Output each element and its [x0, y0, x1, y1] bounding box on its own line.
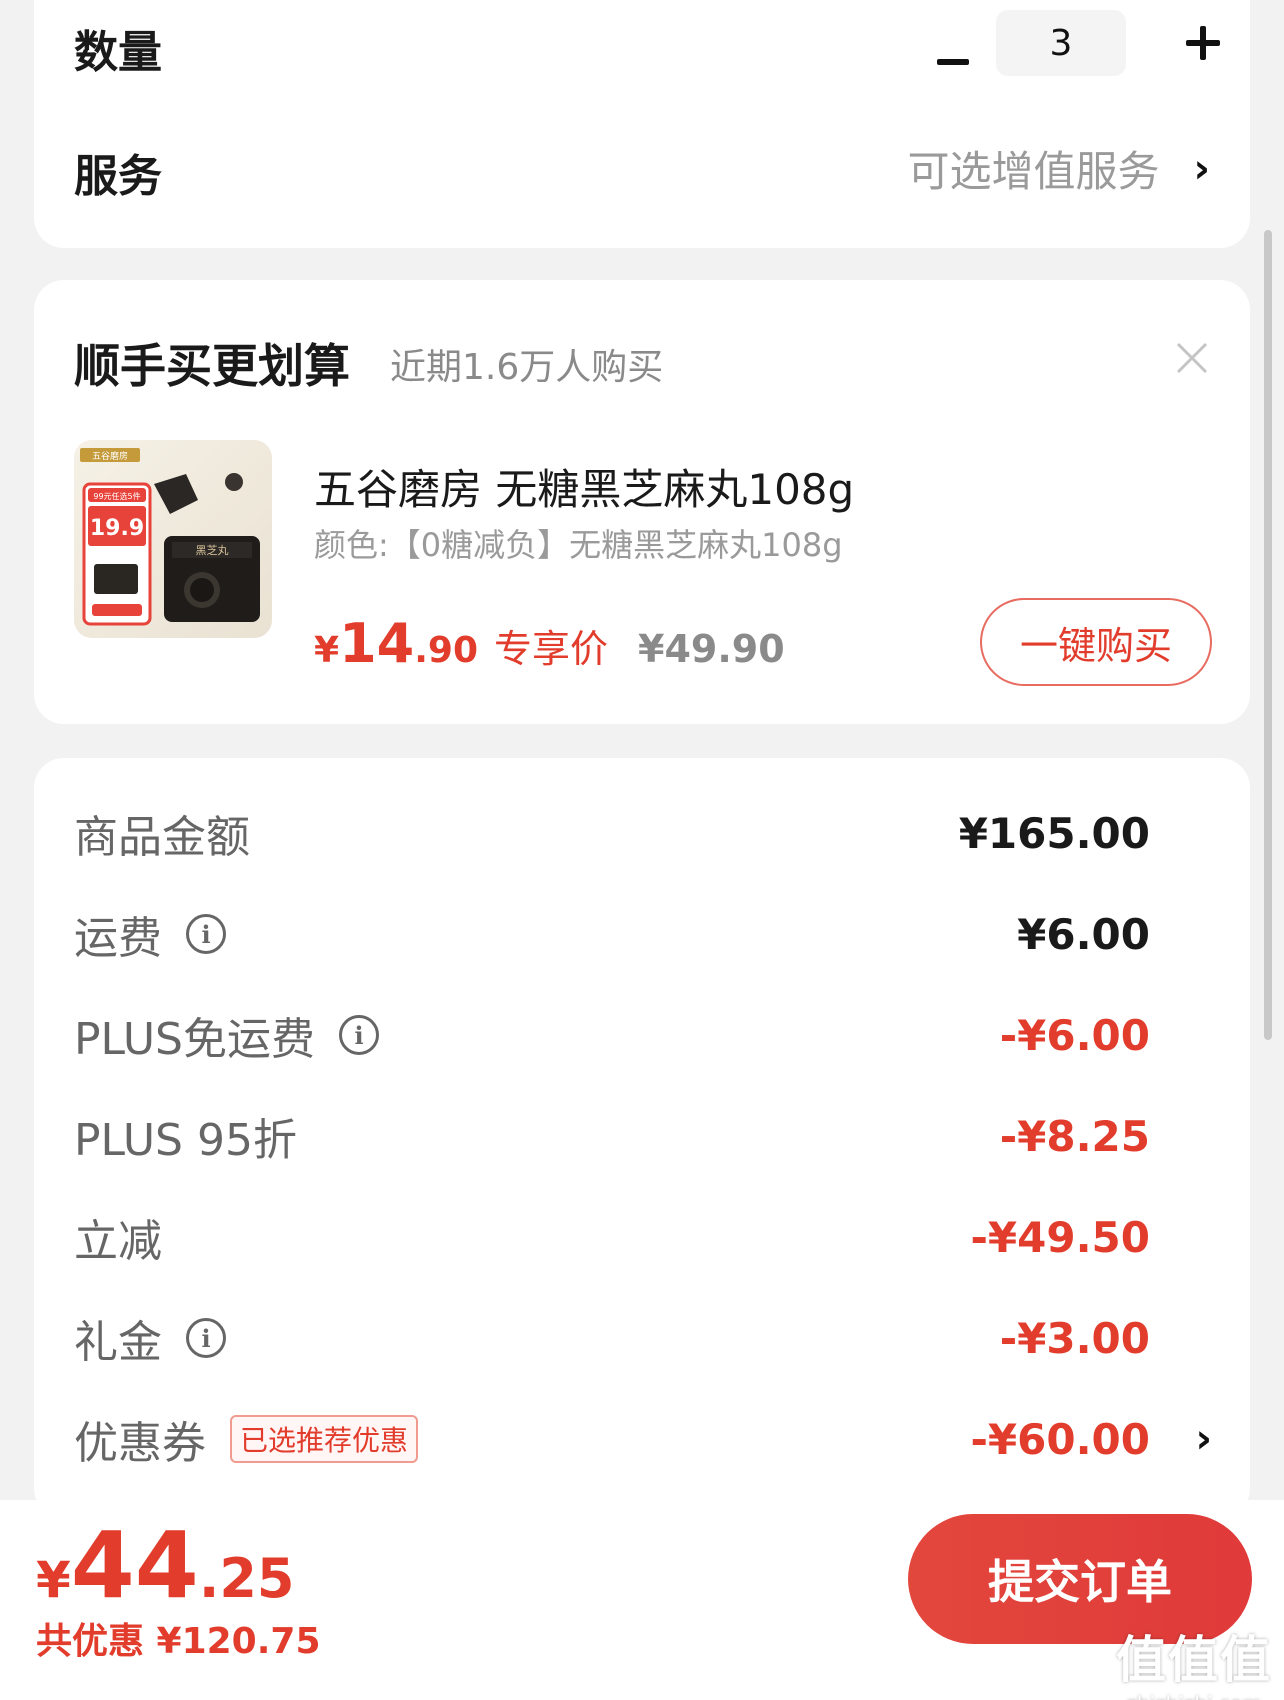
total-currency: ¥ [36, 1551, 71, 1609]
total-decimal: .25 [198, 1547, 295, 1610]
service-label: 服务 [74, 151, 162, 202]
product-thumbnail[interactable]: 五谷磨房 99元任选5件 19.9 黑芝丸 [74, 440, 272, 638]
recommend-title: 顺手买更划算 [74, 339, 350, 393]
quantity-value[interactable]: 3 [996, 10, 1126, 76]
summary-value: -¥60.00 [970, 1414, 1150, 1464]
summary-label: 商品金额 [74, 812, 250, 863]
quantity-decrease-button[interactable] [920, 32, 986, 92]
total-saved: 共优惠 ¥120.75 [36, 1621, 321, 1662]
info-icon[interactable]: i [339, 1015, 379, 1055]
summary-row-goods: 商品金额 ¥165.00 [74, 798, 1150, 868]
price-tag: 专享价 [494, 627, 609, 671]
service-selector[interactable]: 可选增值服务 › [908, 138, 1211, 199]
thumb-promo: 99元任选5件 [93, 491, 140, 501]
watermark: 值值值 zhizhizhi.com [1116, 1620, 1272, 1700]
summary-label: 优惠券 [74, 1418, 206, 1469]
summary-label: 运费 [74, 913, 162, 964]
summary-row-plus-free-shipping: PLUS免运费 i -¥6.00 [74, 1000, 1150, 1070]
price-decimal: .90 [414, 630, 478, 671]
summary-row-coupon[interactable]: 优惠券 已选推荐优惠 -¥60.00 [74, 1404, 1150, 1474]
quantity-increase-button[interactable] [1170, 10, 1236, 76]
summary-row-gift: 礼金 i -¥3.00 [74, 1303, 1150, 1373]
price-currency: ¥ [314, 630, 340, 671]
chevron-right-icon[interactable]: › [1196, 1404, 1212, 1474]
recommend-product-name[interactable]: 五谷磨房 无糖黑芝麻丸108g [314, 456, 854, 517]
recommend-price: ¥ 14 .90 专享价 ¥49.90 [314, 612, 785, 675]
checkout-bar: ¥ 44 .25 共优惠 ¥120.75 提交订单 值值值 zhizhizhi.… [0, 1500, 1284, 1700]
summary-label: 立减 [74, 1216, 162, 1267]
summary-row-shipping: 运费 i ¥6.00 [74, 899, 1150, 969]
chevron-right-icon: › [1193, 145, 1210, 192]
order-options-card: 数量 3 服务 可选增值服务 › [34, 0, 1250, 248]
minus-icon [937, 59, 969, 65]
close-icon[interactable] [1172, 338, 1212, 378]
summary-label: 礼金 [74, 1317, 162, 1368]
summary-row-instant-discount: 立减 -¥49.50 [74, 1202, 1150, 1272]
quantity-label: 数量 [74, 27, 162, 78]
price-summary-card: 商品金额 ¥165.00 运费 i ¥6.00 PLUS免运费 i -¥6.00… [34, 758, 1250, 1518]
info-icon[interactable]: i [186, 914, 226, 954]
service-value: 可选增值服务 [907, 147, 1160, 196]
thumb-box-label: 黑芝丸 [196, 544, 229, 557]
plus-icon [1186, 26, 1220, 60]
one-click-buy-button[interactable]: 一键购买 [980, 598, 1212, 686]
summary-row-plus-discount: PLUS 95折 -¥8.25 [74, 1101, 1150, 1171]
watermark-sub: zhizhizhi.com [1116, 1692, 1272, 1700]
summary-value: -¥3.00 [999, 1313, 1150, 1363]
summary-value: ¥165.00 [958, 808, 1150, 858]
summary-value: -¥6.00 [999, 1010, 1150, 1060]
recommend-subtitle: 近期1.6万人购买 [390, 347, 664, 388]
summary-label: PLUS 95折 [74, 1115, 297, 1166]
original-price: ¥49.90 [638, 627, 785, 671]
info-icon[interactable]: i [186, 1318, 226, 1358]
watermark-main: 值值值 [1116, 1631, 1272, 1689]
thumb-price: 19.9 [90, 516, 144, 541]
recommend-card: 顺手买更划算 近期1.6万人购买 五谷磨房 99元任选5件 19.9 黑芝丸 五… [34, 280, 1250, 724]
price-integer: 14 [339, 612, 415, 675]
total-integer: 44 [70, 1512, 199, 1619]
coupon-badge: 已选推荐优惠 [230, 1415, 419, 1463]
summary-label: PLUS免运费 [74, 1014, 315, 1065]
thumb-brand: 五谷磨房 [92, 450, 128, 462]
recommend-product-spec: 颜色:【0糖减负】无糖黑芝麻丸108g [314, 526, 843, 564]
summary-value: -¥49.50 [970, 1212, 1150, 1262]
summary-value: ¥6.00 [1017, 909, 1150, 959]
scrollbar[interactable] [1264, 230, 1272, 1040]
summary-value: -¥8.25 [999, 1111, 1150, 1161]
total-price: ¥ 44 .25 [36, 1512, 295, 1619]
